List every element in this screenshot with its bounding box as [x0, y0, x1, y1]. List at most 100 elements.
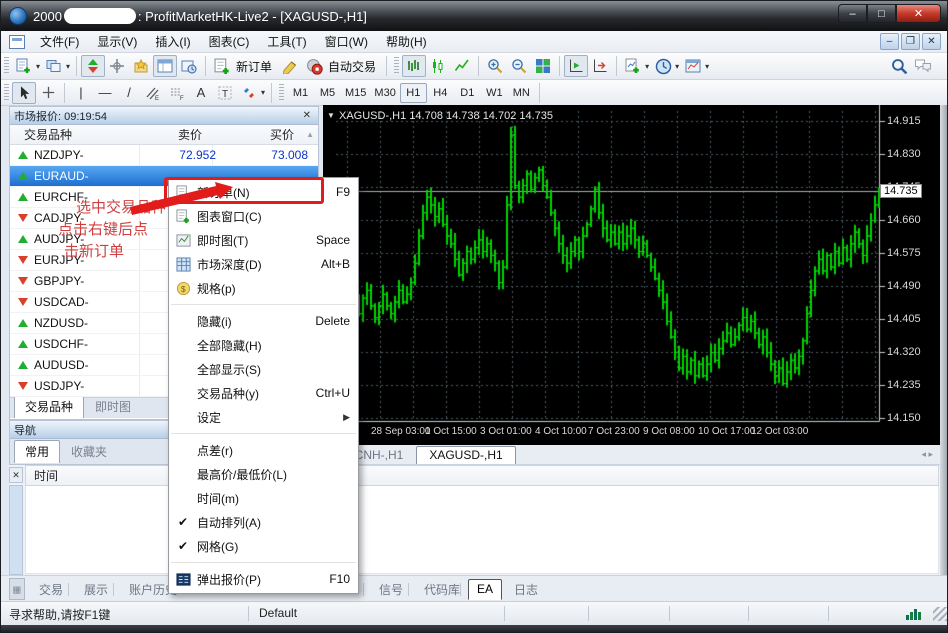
periods-icon[interactable]	[651, 55, 675, 77]
context-menu-item-1[interactable]: 图表窗口(C)	[169, 204, 358, 228]
terminal-tab-日志[interactable]: 日志	[506, 579, 546, 601]
status-profile[interactable]: Default	[259, 606, 297, 620]
toolbar-grip[interactable]	[4, 57, 9, 75]
strategy-tester-icon[interactable]	[177, 55, 201, 77]
timeframe-m30[interactable]: M30	[370, 83, 399, 103]
context-menu-item-8[interactable]: 全部显示(S)	[169, 357, 358, 381]
search-icon[interactable]	[887, 55, 911, 77]
column-symbol[interactable]: 交易品种	[10, 126, 140, 143]
text-label-tool-icon[interactable]: T	[213, 82, 237, 104]
menu-item-3[interactable]: 图表(C)	[200, 30, 259, 53]
timeframe-mn[interactable]: MN	[508, 83, 535, 103]
context-menu-item-18[interactable]: 弹出报价(P)F10	[169, 567, 358, 591]
text-tool-icon[interactable]: A	[189, 82, 213, 104]
price-chart[interactable]	[323, 105, 941, 445]
context-menu-item-14[interactable]: 时间(m)	[169, 486, 358, 510]
terminal-tab-ea[interactable]: EA	[468, 579, 502, 600]
autotrading-label[interactable]: 自动交易	[328, 58, 376, 75]
market-watch-icon[interactable]	[81, 55, 105, 77]
navigator-tab-0[interactable]: 常用	[14, 440, 60, 463]
menu-item-5[interactable]: 窗口(W)	[316, 30, 377, 53]
context-menu-item-10[interactable]: 设定▶	[169, 405, 358, 429]
timeframe-d1[interactable]: D1	[454, 83, 481, 103]
indicators-dropdown-icon[interactable]: ▾	[645, 62, 649, 71]
mdi-restore-button[interactable]: ❐	[901, 33, 920, 50]
auto-scroll-icon[interactable]	[564, 55, 588, 77]
templates-icon[interactable]	[681, 55, 705, 77]
market-watch-tab-tick-chart[interactable]: 即时图	[84, 395, 142, 418]
window-scrollbar[interactable]	[940, 105, 948, 599]
new-order-label[interactable]: 新订单	[236, 58, 272, 75]
chart-shift-icon[interactable]	[588, 55, 612, 77]
fibonacci-tool-icon[interactable]: F	[165, 82, 189, 104]
timeframe-h4[interactable]: H4	[427, 83, 454, 103]
context-menu-item-15[interactable]: ✔自动排列(A)	[169, 510, 358, 534]
indicators-icon[interactable]	[621, 55, 645, 77]
new-chart-dropdown-icon[interactable]: ▾	[36, 62, 40, 71]
symbol-row-nzdjpy[interactable]: NZDJPY-72.95273.008	[10, 145, 318, 166]
horizontal-line-tool-icon[interactable]: —	[93, 82, 117, 104]
toolbar-grip[interactable]	[279, 84, 284, 102]
terminal-tab-展示[interactable]: 展示	[76, 579, 116, 601]
zoom-in-icon[interactable]	[483, 55, 507, 77]
bar-chart-type-icon[interactable]	[402, 55, 426, 77]
favorites-navigator-icon[interactable]	[129, 55, 153, 77]
context-menu-item-9[interactable]: 交易品种(y)Ctrl+U	[169, 381, 358, 405]
context-menu-item-3[interactable]: 市场深度(D)Alt+B	[169, 252, 358, 276]
terminal-close-icon[interactable]: ✕	[9, 467, 23, 483]
timeframe-w1[interactable]: W1	[481, 83, 508, 103]
mdi-close-button[interactable]: ✕	[922, 33, 941, 50]
resize-grip[interactable]	[933, 607, 947, 621]
candlestick-chart-type-icon[interactable]	[426, 55, 450, 77]
minimize-button[interactable]: –	[838, 4, 867, 23]
context-menu-item-13[interactable]: 最高价/最低价(L)	[169, 462, 358, 486]
toolbar-grip[interactable]	[394, 57, 399, 75]
market-watch-tab-symbols[interactable]: 交易品种	[14, 395, 84, 418]
arrows-tool-icon[interactable]	[237, 82, 261, 104]
context-menu-item-4[interactable]: $规格(p)	[169, 276, 358, 300]
vertical-line-tool-icon[interactable]: |	[69, 82, 93, 104]
chart-menu-caret-icon[interactable]: ▼	[327, 111, 335, 120]
periods-dropdown-icon[interactable]: ▾	[675, 62, 679, 71]
timeframe-m5[interactable]: M5	[314, 83, 341, 103]
terminal-tabs-scroll-grip[interactable]: ▦	[9, 578, 25, 600]
metaeditor-icon[interactable]	[278, 55, 302, 77]
mdi-minimize-button[interactable]: –	[880, 33, 899, 50]
scroll-up-icon[interactable]: ▲	[306, 130, 314, 139]
profiles-dropdown-icon[interactable]: ▾	[66, 62, 70, 71]
new-chart-icon[interactable]	[12, 55, 36, 77]
arrows-dropdown-icon[interactable]: ▾	[261, 88, 265, 97]
new-order-icon[interactable]	[210, 55, 234, 77]
terminal-column-header[interactable]: 时间	[25, 465, 939, 486]
market-watch-close-icon[interactable]: ✕	[300, 110, 314, 121]
maximize-button[interactable]: □	[867, 4, 896, 23]
context-menu-item-2[interactable]: 即时图(T)Space	[169, 228, 358, 252]
context-menu-item-16[interactable]: ✔网格(G)	[169, 534, 358, 558]
terminal-panel-icon[interactable]	[153, 55, 177, 77]
column-buy[interactable]: 买价	[202, 126, 294, 143]
trendline-tool-icon[interactable]: /	[117, 82, 141, 104]
line-chart-type-icon[interactable]	[450, 55, 474, 77]
context-menu-item-6[interactable]: 隐藏(i)Delete	[169, 309, 358, 333]
menu-item-4[interactable]: 工具(T)	[258, 30, 315, 53]
terminal-tab-信号[interactable]: 信号	[371, 579, 411, 601]
column-sell[interactable]: 卖价	[140, 126, 202, 143]
menu-item-2[interactable]: 插入(I)	[146, 30, 199, 53]
crosshair-data-icon[interactable]	[105, 55, 129, 77]
tile-windows-icon[interactable]	[531, 55, 555, 77]
profiles-icon[interactable]	[42, 55, 66, 77]
menu-item-6[interactable]: 帮助(H)	[377, 30, 436, 53]
chart-tab-xagusdh1[interactable]: XAGUSD-,H1	[416, 446, 515, 464]
timeframe-m15[interactable]: M15	[341, 83, 370, 103]
zoom-out-icon[interactable]	[507, 55, 531, 77]
cursor-tool-icon[interactable]	[12, 82, 36, 104]
timeframe-h1[interactable]: H1	[400, 83, 427, 103]
context-menu-item-7[interactable]: 全部隐藏(H)	[169, 333, 358, 357]
terminal-tab-交易[interactable]: 交易	[31, 579, 71, 601]
timeframe-m1[interactable]: M1	[287, 83, 314, 103]
channel-tool-icon[interactable]: E	[141, 82, 165, 104]
menu-item-0[interactable]: 文件(F)	[31, 30, 88, 53]
navigator-tab-1[interactable]: 收藏夹	[60, 440, 118, 463]
toolbar-grip[interactable]	[4, 84, 9, 102]
crosshair-tool-icon[interactable]	[36, 82, 60, 104]
